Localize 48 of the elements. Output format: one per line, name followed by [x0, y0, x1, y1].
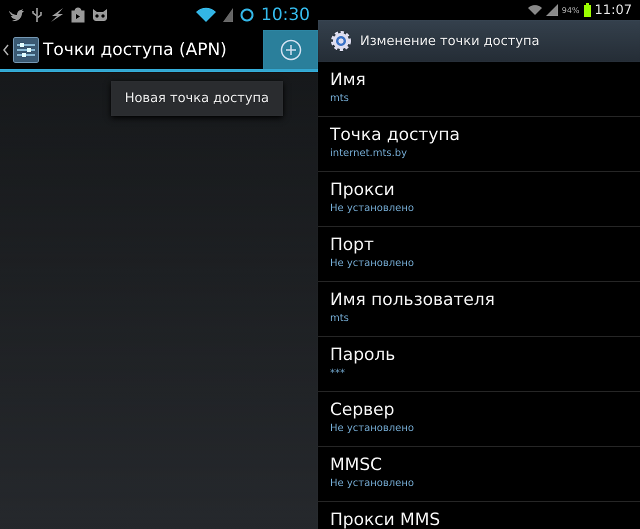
sync-ring-icon — [240, 8, 254, 22]
setting-row[interactable]: Прокси Не установлено — [318, 172, 640, 227]
setting-title: Имя пользователя — [330, 290, 496, 310]
menu-item[interactable]: Новая точка доступа — [110, 81, 283, 116]
setting-value: mts — [330, 313, 350, 324]
screen-title: Изменение точки доступа — [360, 34, 540, 48]
setting-title: MMSC — [330, 455, 383, 475]
plus-circle-icon — [280, 38, 302, 60]
bird-icon — [8, 8, 24, 22]
sliders-icon — [13, 36, 39, 62]
status-time: 10:30 — [261, 5, 310, 25]
setting-row[interactable]: Точка доступа internet.mts.by — [318, 117, 640, 172]
action-bar-title: Точки доступа (APN) — [43, 40, 227, 60]
setting-row[interactable]: Сервер Не установлено — [318, 392, 640, 447]
setting-value: Не установлено — [330, 258, 415, 269]
status-time: 11:07 — [594, 2, 632, 18]
setting-value: Не установлено — [330, 478, 415, 489]
add-button[interactable] — [263, 30, 318, 69]
setting-title: Имя — [330, 70, 367, 90]
setting-row[interactable]: Порт Не установлено — [318, 227, 640, 282]
wifi-icon — [196, 7, 216, 23]
setting-row[interactable]: Прокси MMS — [318, 502, 640, 529]
setting-row[interactable]: Пароль *** — [318, 337, 640, 392]
setting-title: Сервер — [330, 400, 396, 420]
battery-icon — [584, 3, 591, 17]
setting-title: Порт — [330, 235, 375, 255]
setting-value: internet.mts.by — [330, 148, 408, 159]
cat-face-icon — [92, 8, 108, 22]
setting-title: Прокси MMS — [330, 510, 442, 529]
setting-value: mts — [330, 93, 350, 104]
setting-title: Точка доступа — [330, 125, 461, 145]
signal-icon — [223, 8, 233, 22]
setting-title: Пароль — [330, 345, 396, 365]
play-store-icon — [71, 7, 85, 23]
signal-icon — [546, 4, 558, 16]
setting-value: Не установлено — [330, 203, 415, 214]
settings-icon — [330, 30, 352, 52]
usb-icon — [31, 7, 43, 23]
setting-value: *** — [330, 368, 346, 379]
setting-row[interactable]: Имя пользователя mts — [318, 282, 640, 337]
setting-value: Не установлено — [330, 423, 415, 434]
setting-row[interactable]: Имя mts — [318, 62, 640, 117]
back-caret-icon[interactable] — [3, 44, 9, 56]
battery-percent: 94% — [562, 6, 580, 14]
setting-title: Прокси — [330, 180, 396, 200]
setting-row[interactable]: MMSC Не установлено — [318, 447, 640, 502]
lightning-icon — [50, 7, 64, 23]
wifi-icon — [528, 4, 542, 16]
